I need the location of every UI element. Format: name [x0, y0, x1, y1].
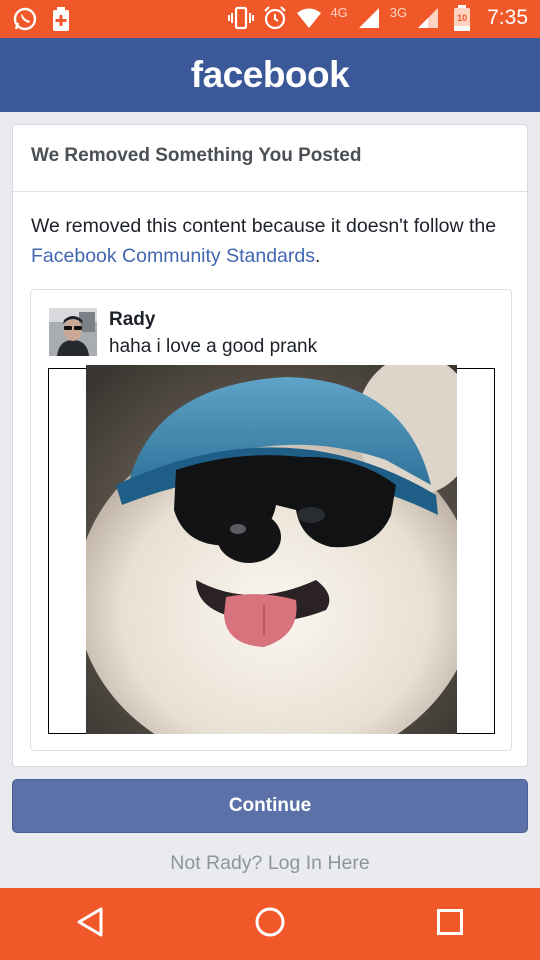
status-left-icons [12, 5, 74, 33]
log-in-link[interactable]: Not Rady? Log In Here [0, 852, 540, 875]
network-3g-label: 3G [389, 4, 408, 20]
app-header: facebook [0, 38, 540, 112]
continue-button[interactable]: Continue [12, 779, 528, 833]
battery-icon: 10 [449, 4, 475, 32]
card-header: We Removed Something You Posted [13, 125, 527, 192]
home-icon [254, 906, 286, 943]
vibrate-icon [228, 4, 255, 32]
removed-post: Rady haha i love a good prank [30, 289, 512, 770]
community-standards-link[interactable]: Facebook Community Standards [31, 245, 315, 267]
signal-icon [415, 4, 441, 32]
status-right-icons: 4G 3G 10 7:35 [228, 4, 528, 32]
home-button[interactable] [240, 894, 300, 954]
notice-message-text: We removed this content because it doesn… [31, 215, 497, 237]
wifi-icon [296, 4, 322, 32]
network-4g-label: 4G [330, 4, 348, 20]
facebook-logo[interactable]: facebook [191, 54, 350, 96]
recents-icon [436, 908, 464, 941]
navigation-bar [0, 888, 540, 960]
notice-title: We Removed Something You Posted [31, 145, 362, 166]
clock: 7:35 [487, 6, 528, 29]
post-author[interactable]: Rady [109, 309, 155, 331]
recents-button[interactable] [420, 894, 480, 954]
back-icon [75, 906, 105, 943]
battery-saver-icon [48, 5, 74, 33]
back-button[interactable] [60, 894, 120, 954]
alarm-icon [262, 4, 288, 32]
battery-level-label: 10 [457, 13, 468, 23]
status-bar: 4G 3G 10 7:35 [0, 0, 540, 38]
removal-notice-card: We Removed Something You Posted We remov… [12, 124, 528, 770]
notice-message-end: . [314, 245, 321, 267]
post-media-frame [48, 355, 495, 770]
avatar[interactable] [49, 308, 97, 356]
post-photo [76, 355, 476, 770]
whatsapp-icon [12, 5, 38, 33]
post-text: haha i love a good prank [109, 336, 318, 357]
notice-message: We removed this content because it doesn… [31, 211, 511, 271]
signal-icon [356, 4, 382, 32]
